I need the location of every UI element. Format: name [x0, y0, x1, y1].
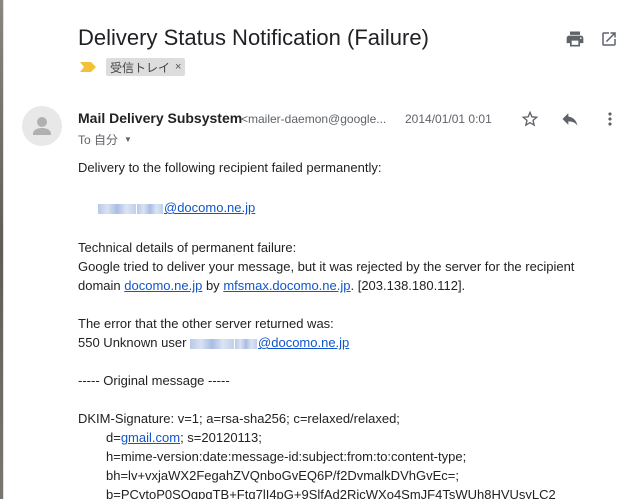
dkim-signature-line: DKIM-Signature: v=1; a=rsa-sha256; c=rel…: [78, 411, 400, 426]
message-subject: Delivery Status Notification (Failure): [78, 25, 429, 50]
remove-label-icon[interactable]: ×: [175, 61, 181, 73]
avatar: [22, 106, 62, 146]
to-label: To 自分: [78, 133, 119, 147]
error-heading: The error that the other server returned…: [78, 316, 334, 331]
dkim-signature-value-line: b=PCvtoP0SQgpqTB+Ftq7lI4pG+9SlfAd2RicWXo…: [106, 487, 556, 499]
chevron-down-icon[interactable]: ▼: [124, 135, 132, 144]
sender-email: <mailer-daemon@google...: [241, 112, 387, 126]
inbox-label-text: 受信トレイ: [110, 60, 171, 75]
domain-link[interactable]: docomo.ne.jp: [124, 278, 202, 293]
recipient-email-link[interactable]: @docomo.ne.jp: [164, 200, 255, 215]
redacted-address: [235, 338, 258, 349]
recipient-details-toggle[interactable]: To 自分 ▼: [78, 131, 132, 148]
star-icon[interactable]: [516, 105, 544, 133]
label-row: 受信トレイ ×: [80, 58, 186, 76]
failed-recipient: @docomo.ne.jp: [78, 198, 618, 217]
label-arrow-icon: [80, 62, 96, 72]
reply-icon[interactable]: [556, 105, 584, 133]
error-line: 550 Unknown user @docomo.ne.jp: [78, 333, 618, 352]
redacted-address: [190, 338, 235, 349]
gmail-link[interactable]: gmail.com: [121, 430, 180, 445]
inbox-label-chip[interactable]: 受信トレイ ×: [106, 58, 186, 76]
tech-details-line: Google tried to deliver your message, bu…: [78, 259, 575, 274]
sender-name: Mail Delivery Subsystem: [78, 110, 243, 126]
message-view: Delivery Status Notification (Failure) 受…: [3, 0, 631, 499]
person-icon: [33, 117, 51, 135]
server-ip: . [203.138.180.112].: [350, 278, 466, 293]
tech-details-heading: Technical details of permanent failure:: [78, 240, 297, 255]
dkim-headers-line: h=mime-version:date:message-id:subject:f…: [106, 449, 467, 464]
error-code: 550 Unknown user: [78, 335, 187, 350]
by-word: by: [205, 278, 220, 293]
message-date: 2014/01/01 0:01: [405, 112, 492, 126]
dkim-domain-line: d=gmail.com; s=20120113;: [78, 428, 618, 447]
redacted-address: [98, 203, 136, 214]
failure-intro: Delivery to the following recipient fail…: [78, 160, 382, 175]
original-message-heading: ----- Original message -----: [78, 373, 230, 388]
error-recipient-link[interactable]: @docomo.ne.jp: [258, 335, 349, 350]
domain-word: domain: [78, 278, 121, 293]
dkim-body-hash-line: bh=lv+vxjaWX2FegahZVQnboGvEQ6P/f2DvmalkD…: [106, 468, 459, 483]
open-in-new-window-icon[interactable]: [595, 25, 623, 53]
tech-details-domain-line: domain docomo.ne.jp by mfsmax.docomo.ne.…: [78, 276, 618, 295]
d-suffix: ; s=20120113;: [180, 430, 262, 445]
redacted-address: [137, 203, 163, 214]
d-prefix: d=: [106, 430, 121, 445]
more-vert-icon[interactable]: [596, 105, 624, 133]
message-body: Delivery to the following recipient fail…: [78, 158, 618, 499]
print-icon[interactable]: [561, 25, 589, 53]
mx-server-link[interactable]: mfsmax.docomo.ne.jp: [223, 278, 350, 293]
